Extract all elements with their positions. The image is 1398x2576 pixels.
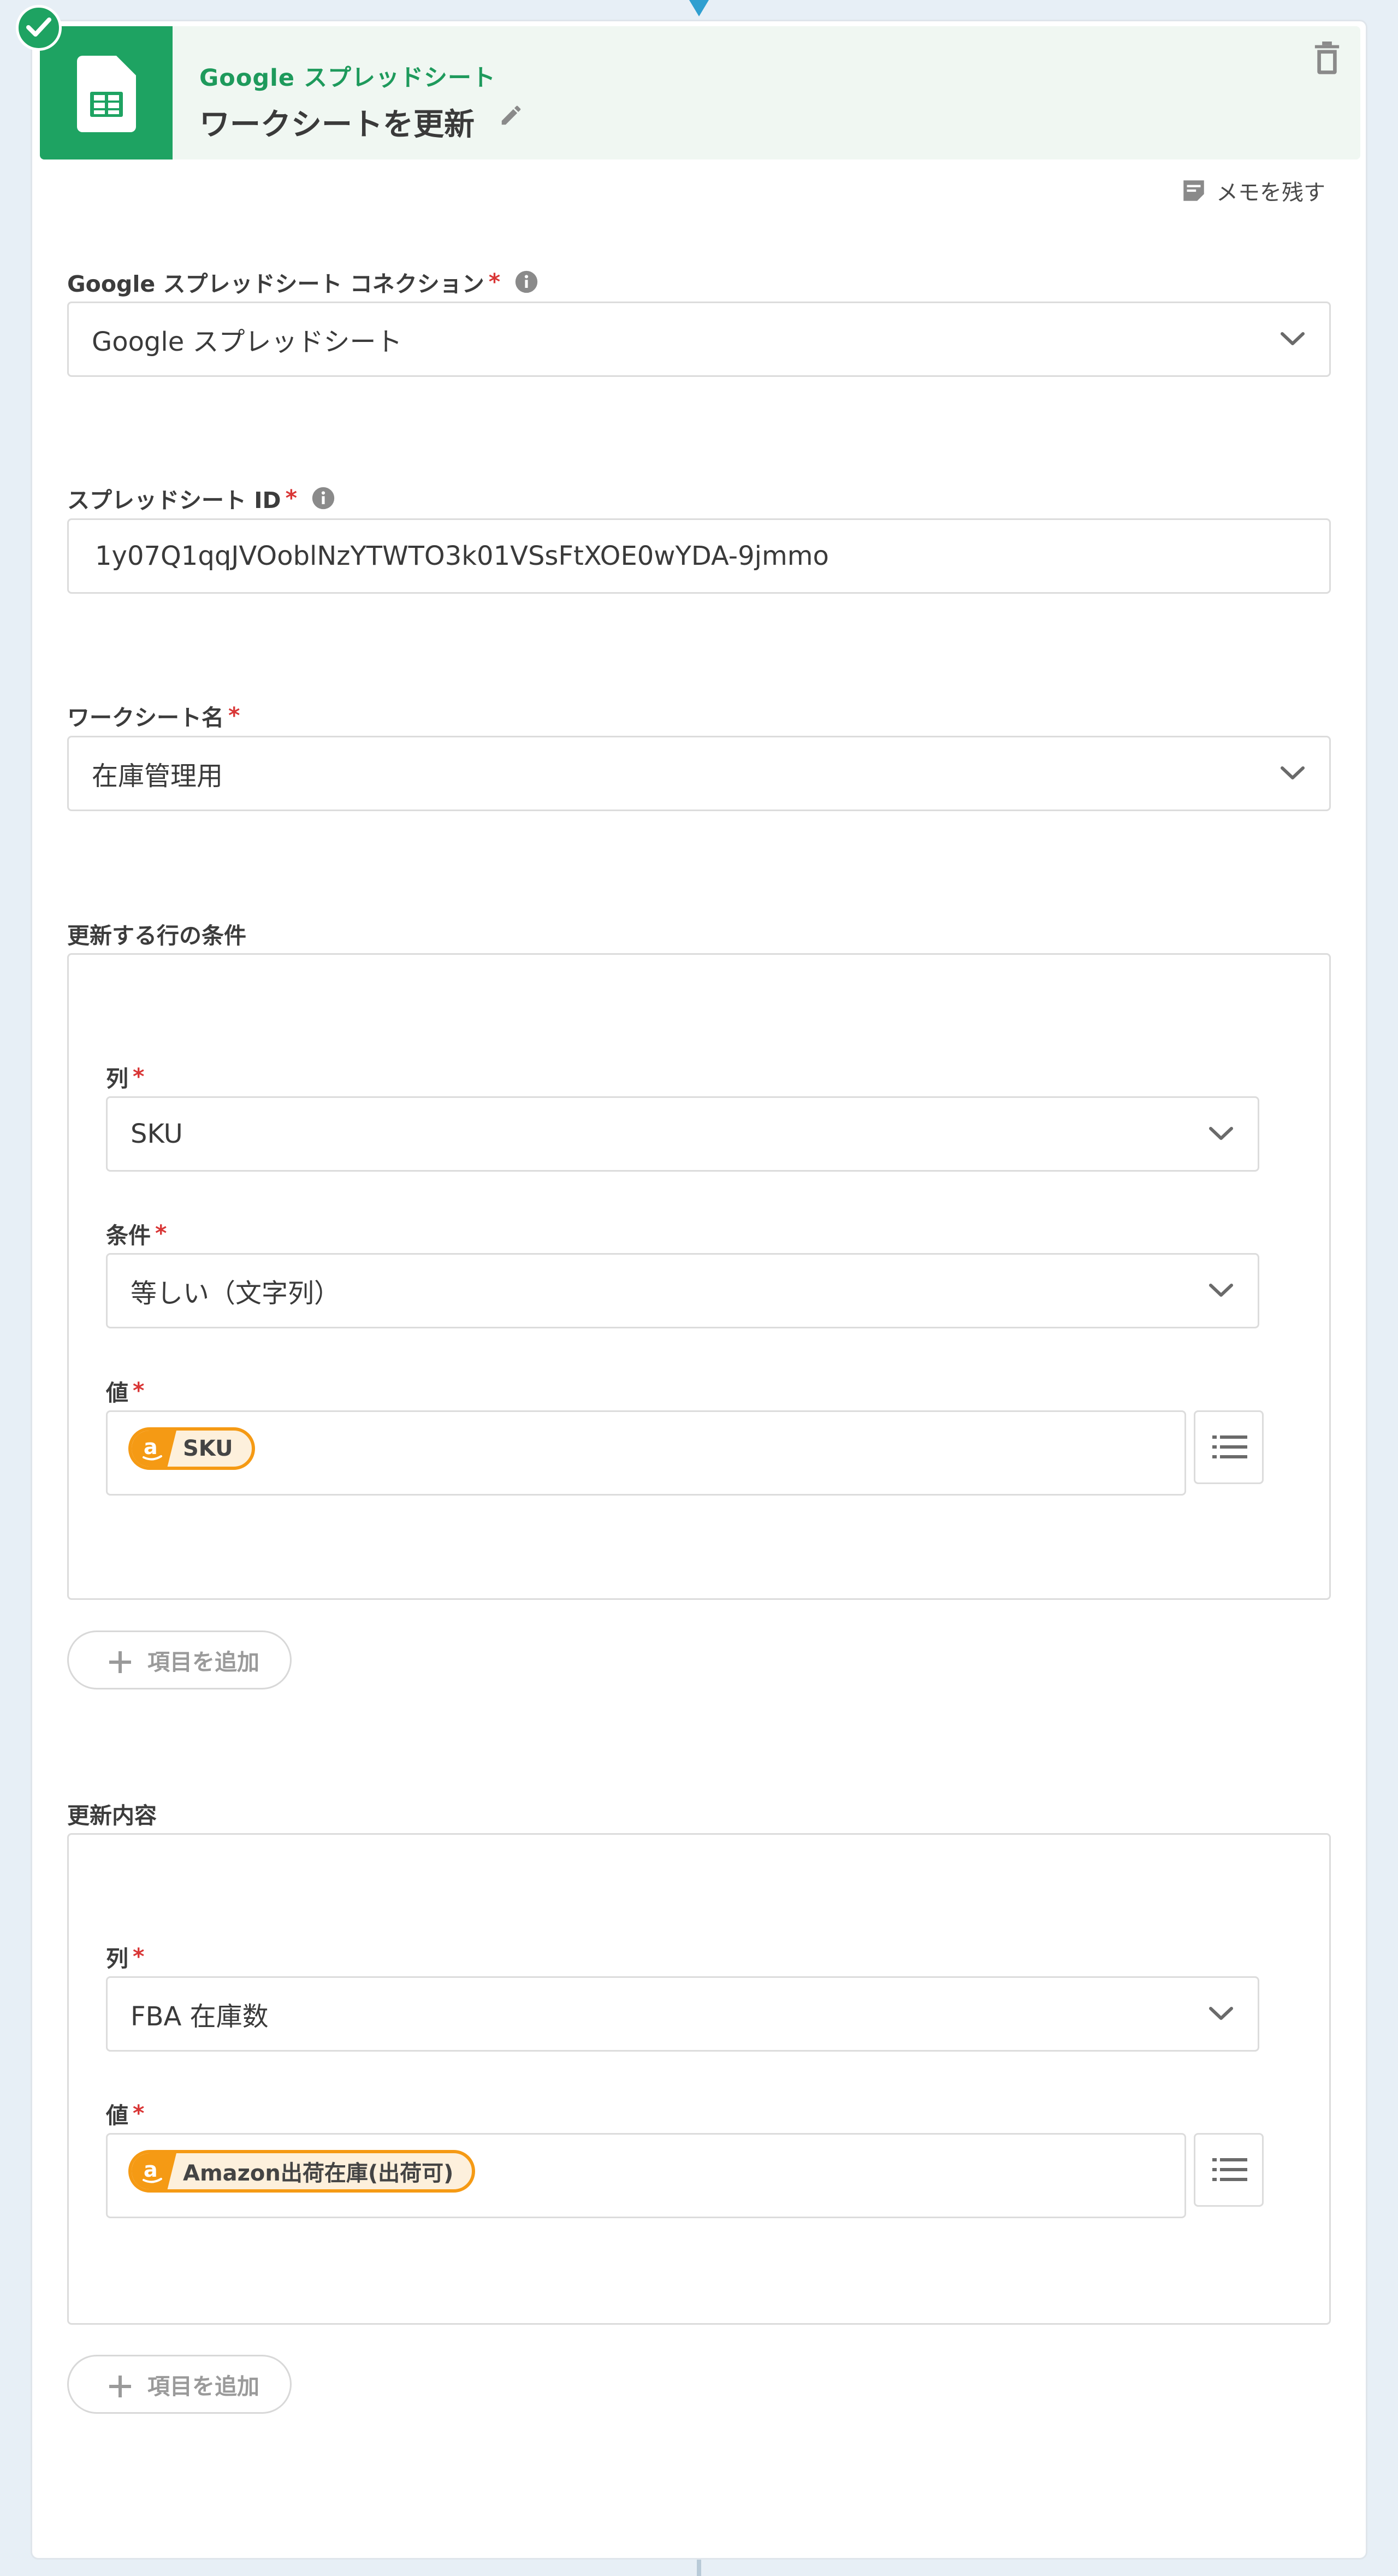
amazon-logo-icon: a [132, 1431, 176, 1467]
trash-icon[interactable] [1312, 42, 1342, 75]
flow-connector-line [697, 2560, 701, 2576]
conditions-group: 列 * SKU 条件 * 等しい（文字列） 値 * a SKU [67, 953, 1331, 1600]
chip-label: Amazon出荷在庫(出荷可) [183, 2161, 454, 2186]
update-column-label-row: 列 * [106, 1940, 144, 1973]
chevron-down-icon [1281, 766, 1305, 779]
connection-label: Google スプレッドシート コネクション [67, 271, 484, 297]
plus-icon [109, 1651, 131, 1673]
update-column-label: 列 [106, 1946, 128, 1972]
info-icon[interactable] [514, 270, 538, 294]
updates-group: 列 * FBA 在庫数 値 * a Amazon出荷在庫(出荷可) [67, 1833, 1331, 2325]
chevron-down-icon [1209, 1127, 1233, 1140]
add-condition-label: 項目を追加 [147, 1649, 259, 1675]
svg-text:a: a [144, 2158, 158, 2182]
chevron-down-icon [1281, 332, 1305, 345]
google-sheets-logo [40, 26, 173, 159]
required-mark: * [133, 1378, 145, 1404]
update-value-label-row: 値 * [106, 2097, 144, 2130]
connection-label-row: Google スプレッドシート コネクション * [67, 265, 538, 298]
condition-column-label-row: 列 * [106, 1060, 144, 1093]
add-condition-button[interactable]: 項目を追加 [67, 1630, 292, 1689]
update-column-select[interactable]: FBA 在庫数 [106, 1976, 1259, 2052]
worksheet-select[interactable]: 在庫管理用 [67, 736, 1331, 811]
spreadsheet-id-label-row: スプレッドシート ID * [67, 482, 335, 515]
list-icon [1212, 1435, 1247, 1458]
required-mark: * [133, 1943, 145, 1970]
required-mark: * [133, 2100, 145, 2126]
add-update-button[interactable]: 項目を追加 [67, 2355, 292, 2414]
connection-value: Google スプレッドシート [92, 327, 402, 357]
variable-list-button[interactable] [1194, 2133, 1264, 2207]
update-value-input[interactable]: a Amazon出荷在庫(出荷可) [106, 2133, 1186, 2218]
update-column-value: FBA 在庫数 [131, 2001, 269, 2032]
condition-value-input[interactable]: a SKU [106, 1410, 1186, 1496]
memo-label: メモを残す [1216, 180, 1325, 205]
spreadsheet-id-label: スプレッドシート ID [67, 487, 281, 513]
add-update-label: 項目を追加 [147, 2373, 259, 2400]
chevron-down-icon [1209, 1284, 1233, 1297]
plus-icon [109, 2376, 131, 2397]
step-title: ワークシートを更新 [199, 107, 475, 143]
step-app-name: Google スプレッドシート [199, 64, 496, 92]
list-icon [1212, 2158, 1247, 2181]
step-header: Google スプレッドシート ワークシートを更新 [40, 26, 1360, 159]
worksheet-label: ワークシート名 [67, 705, 224, 731]
amazon-stock-chip[interactable]: a Amazon出荷在庫(出荷可) [128, 2150, 476, 2193]
worksheet-value: 在庫管理用 [92, 761, 223, 791]
condition-value-label-row: 値 * [106, 1374, 144, 1407]
connection-select[interactable]: Google スプレッドシート [67, 302, 1331, 377]
amazon-logo-icon: a [132, 2153, 176, 2189]
worksheet-label-row: ワークシート名 * [67, 699, 240, 732]
condition-value-label: 値 [106, 1380, 128, 1406]
variable-list-button[interactable] [1194, 1410, 1264, 1484]
required-mark: * [228, 702, 240, 729]
condition-operator-label: 条件 [106, 1222, 151, 1249]
condition-column-value: SKU [131, 1119, 183, 1149]
status-check-icon [16, 5, 62, 51]
pencil-icon[interactable] [499, 103, 524, 128]
update-value-label: 値 [106, 2102, 128, 2129]
info-icon[interactable] [311, 486, 335, 510]
condition-operator-label-row: 条件 * [106, 1217, 167, 1250]
required-mark: * [488, 269, 501, 295]
leave-memo-button[interactable]: メモを残す [1180, 174, 1325, 207]
condition-column-label: 列 [106, 1066, 128, 1092]
condition-column-select[interactable]: SKU [106, 1096, 1259, 1172]
condition-operator-select[interactable]: 等しい（文字列） [106, 1253, 1259, 1328]
workflow-canvas: Google スプレッドシート ワークシートを更新 メモを残す Google ス… [0, 0, 1398, 2576]
memo-icon [1183, 180, 1204, 201]
required-mark: * [285, 485, 298, 511]
required-mark: * [133, 1064, 145, 1090]
svg-text:a: a [144, 1435, 158, 1459]
flow-arrow-icon [689, 0, 709, 16]
chevron-down-icon [1209, 2007, 1233, 2020]
updates-section-label: 更新内容 [67, 1803, 157, 1829]
amazon-sku-chip[interactable]: a SKU [128, 1427, 255, 1470]
spreadsheet-id-input[interactable]: 1y07Q1qqJVOoblNzYTWTO3k01VSsFtXOE0wYDA-9… [67, 518, 1331, 594]
step-card: Google スプレッドシート ワークシートを更新 メモを残す Google ス… [16, 5, 1367, 2560]
required-mark: * [155, 1220, 167, 1246]
conditions-section-label: 更新する行の条件 [67, 923, 246, 949]
condition-operator-value: 等しい（文字列） [131, 1278, 341, 1309]
google-sheets-icon [77, 56, 136, 132]
spreadsheet-id-value: 1y07Q1qqJVOoblNzYTWTO3k01VSsFtXOE0wYDA-9… [95, 541, 829, 571]
chip-label: SKU [183, 1436, 233, 1461]
